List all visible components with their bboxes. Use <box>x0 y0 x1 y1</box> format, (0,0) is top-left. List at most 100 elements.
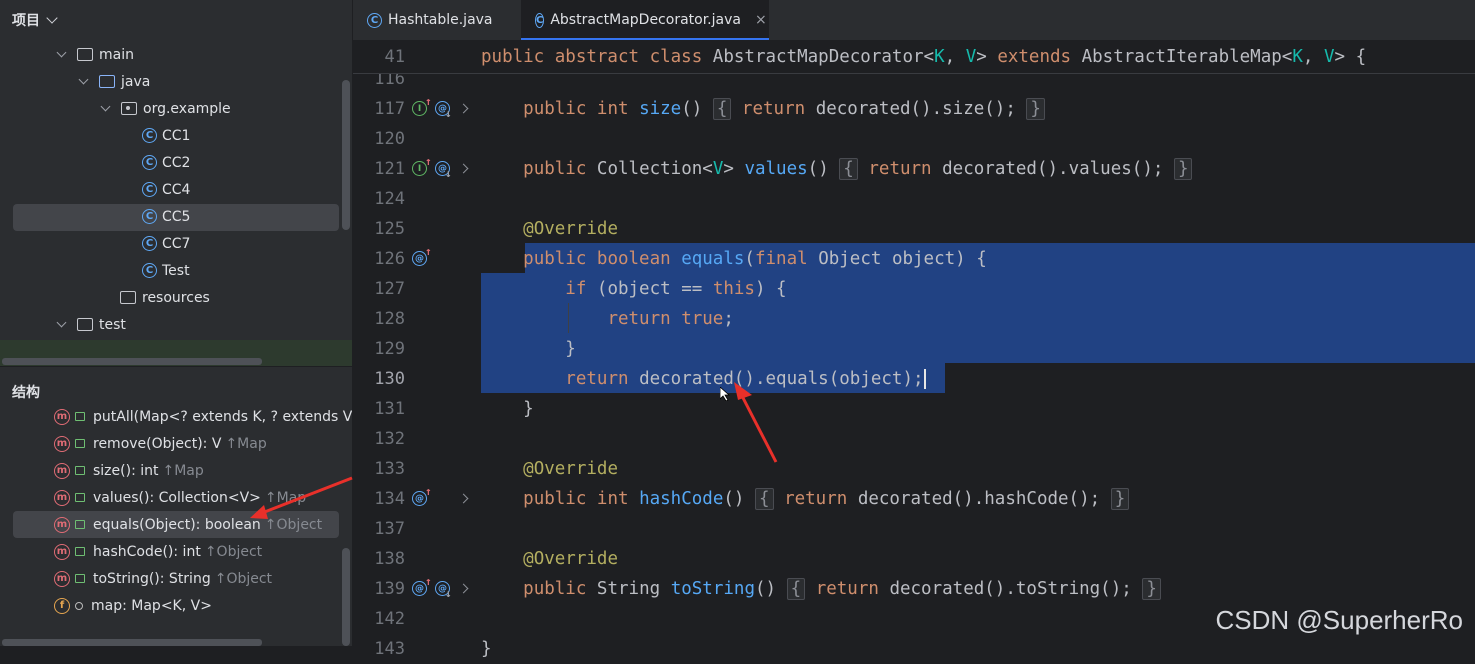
tree-item[interactable]: main <box>56 41 134 68</box>
chevron-down-icon[interactable] <box>78 74 89 85</box>
structure-member[interactable]: m remove(Object): V ↑Map <box>54 430 267 457</box>
tree-item[interactable]: C CC2 <box>142 149 190 176</box>
override-up-icon: ↑ <box>425 245 432 258</box>
line-number: 128 <box>374 309 405 329</box>
structure-member[interactable]: m size(): int ↑Map <box>54 457 204 484</box>
tree-item-label: test <box>99 316 126 333</box>
tree-item[interactable]: java <box>78 68 150 95</box>
tree-item[interactable]: test <box>56 311 126 338</box>
line-number: 120 <box>374 129 405 149</box>
chevron-down-icon[interactable] <box>100 101 111 112</box>
tree-item[interactable]: C CC7 <box>142 230 190 257</box>
watermark: CSDN @SuperherRo <box>1215 605 1463 635</box>
class-icon: C <box>142 182 157 197</box>
tree-item[interactable]: C CC4 <box>142 176 190 203</box>
line-number: 137 <box>374 519 405 539</box>
code-if: if (object == this) { <box>565 279 787 299</box>
member-signature: putAll(Map<? extends K, ? extends V>): <box>93 408 375 425</box>
tree-item[interactable]: C Test <box>142 257 190 284</box>
public-lock-icon <box>75 412 85 421</box>
folder-icon <box>77 318 93 331</box>
tree-item-label: Test <box>162 262 190 279</box>
line-number: 121 <box>374 159 405 179</box>
tree-item-label: CC4 <box>162 181 191 198</box>
line-number: 142 <box>374 609 405 629</box>
project-panel-title: 项目 <box>12 13 40 29</box>
line-number: 129 <box>374 339 405 359</box>
structure-scrollbar[interactable] <box>342 548 350 646</box>
tree-item[interactable]: C CC5 <box>142 203 190 230</box>
line-number: 138 <box>374 549 405 569</box>
tree-item-label: main <box>99 46 134 63</box>
close-icon[interactable]: × <box>755 12 767 28</box>
method-icon: m <box>54 516 70 533</box>
structure-member[interactable]: m putAll(Map<? extends K, ? extends V>): <box>54 403 378 430</box>
code-return-true: return true; <box>607 309 734 329</box>
line-number: 130 <box>374 369 405 389</box>
method-icon: m <box>54 543 70 560</box>
member-signature: remove(Object): V <box>93 435 222 452</box>
method-icon: m <box>54 462 70 479</box>
structure-member[interactable]: f map: Map<K, V> <box>54 592 216 619</box>
member-inherited-from: ↑Map <box>162 462 204 479</box>
folder-icon <box>121 102 137 115</box>
public-lock-icon <box>75 439 85 448</box>
member-signature: size(): int <box>93 462 159 479</box>
member-inherited-from: ↑Map <box>264 489 307 506</box>
sticky-header-line[interactable]: 41 public abstract class AbstractMapDeco… <box>353 40 1475 74</box>
code-size: public int size() { return decorated().s… <box>481 94 1045 124</box>
line-number: 133 <box>374 459 405 479</box>
code-equals-decl: public boolean equals(final Object objec… <box>523 249 987 269</box>
line-number: 127 <box>374 279 405 299</box>
class-icon: C <box>535 12 545 28</box>
class-icon: C <box>142 128 157 143</box>
chevron-down-icon[interactable] <box>46 12 58 24</box>
override-up-icon: ↑ <box>425 95 432 108</box>
member-signature: equals(Object): boolean <box>93 516 261 533</box>
panel-divider[interactable] <box>0 366 352 367</box>
project-panel-header[interactable]: 项目 <box>0 0 352 40</box>
tree-item-label: org.example <box>143 100 231 117</box>
code-line: 124 <box>353 184 1475 214</box>
code-close-method: } <box>481 399 534 419</box>
code-values: public Collection<V> values() { return d… <box>481 154 1193 184</box>
line-number: 139 <box>374 579 405 599</box>
class-icon: C <box>367 12 382 28</box>
method-icon: m <box>54 408 70 425</box>
code-editor[interactable]: 41 public abstract class AbstractMapDeco… <box>353 40 1475 659</box>
chevron-down-icon[interactable] <box>56 47 67 58</box>
member-inherited-from: ↑Object <box>264 516 323 533</box>
structure-member[interactable]: m values(): Collection<V> ↑Map <box>54 484 306 511</box>
tab-hashtable[interactable]: C Hashtable.java <box>353 0 519 40</box>
member-signature: toString(): String <box>93 570 211 587</box>
structure-hscrollbar[interactable] <box>2 639 262 646</box>
structure-panel-title: 结构 <box>12 385 40 401</box>
tree-item[interactable]: resources <box>120 284 210 311</box>
tree-item-label: CC7 <box>162 235 191 252</box>
code-annotation: @Override <box>523 549 618 569</box>
structure-member[interactable]: m hashCode(): int ↑Object <box>54 538 262 565</box>
editor-tab-bar: C Hashtable.java C AbstractMapDecorator.… <box>353 0 1475 40</box>
line-number: 131 <box>374 399 405 419</box>
code-line: 132 <box>353 424 1475 454</box>
line-number: 41 <box>384 47 405 67</box>
tree-item-label: resources <box>142 289 210 306</box>
member-signature: hashCode(): int <box>93 543 201 560</box>
structure-member[interactable]: m toString(): String ↑Object <box>54 565 272 592</box>
indent-guide <box>568 303 569 333</box>
tab-label: AbstractMapDecorator.java <box>550 12 741 28</box>
chevron-down-icon[interactable] <box>56 317 67 328</box>
class-icon: C <box>142 236 157 251</box>
folder-icon <box>99 75 115 88</box>
tab-label: Hashtable.java <box>388 12 493 28</box>
line-number: 125 <box>374 219 405 239</box>
project-hscrollbar[interactable] <box>2 358 262 365</box>
tab-abstractmapdecorator[interactable]: C AbstractMapDecorator.java × <box>521 0 769 40</box>
project-scrollbar[interactable] <box>342 80 350 230</box>
tree-item[interactable]: C CC1 <box>142 122 190 149</box>
structure-member[interactable]: m equals(Object): boolean ↑Object <box>54 511 322 538</box>
code-return-equals: return decorated().equals(object); <box>565 369 926 389</box>
public-lock-icon <box>75 493 85 502</box>
line-number: 124 <box>374 189 405 209</box>
tree-item[interactable]: org.example <box>100 95 231 122</box>
